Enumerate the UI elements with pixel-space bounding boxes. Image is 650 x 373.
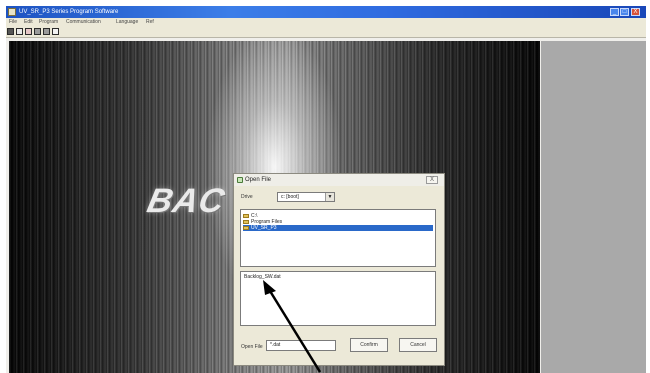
menu-edit[interactable]: Edit [24, 18, 33, 27]
dialog-close-button[interactable]: X [426, 176, 438, 184]
toolbar [6, 27, 646, 38]
open-file-input[interactable]: *.dat [266, 340, 336, 351]
dialog-icon [237, 177, 243, 183]
new-icon[interactable] [7, 28, 14, 35]
directory-list[interactable]: C:\ Program Files UV_SR_P3 [240, 209, 436, 267]
menu-language[interactable]: Language [116, 18, 138, 27]
close-button[interactable]: X [631, 8, 640, 16]
open-icon[interactable] [16, 28, 23, 35]
menu-bar: File Edit Program Communication Language… [6, 18, 646, 27]
file-item[interactable]: Backlog_SW.dat [244, 274, 281, 280]
menu-communication[interactable]: Communication [66, 18, 101, 27]
minimize-button[interactable]: _ [610, 8, 619, 16]
confirm-button[interactable]: Confirm [350, 338, 388, 352]
dialog-title-bar[interactable]: Open File X [234, 174, 444, 186]
folder-icon [243, 219, 249, 224]
menu-file[interactable]: File [9, 18, 17, 27]
app-icon [8, 8, 16, 16]
menu-program[interactable]: Program [39, 18, 58, 27]
open-file-value: *.dat [270, 342, 281, 348]
application-window: UV_SR_P3 Series Program Software _ □ X F… [6, 6, 646, 373]
drive-select[interactable]: c: [boot] ▼ [277, 192, 335, 202]
grid-icon[interactable] [34, 28, 41, 35]
chart-icon[interactable] [52, 28, 59, 35]
window-title: UV_SR_P3 Series Program Software [19, 9, 119, 15]
dialog-title: Open File [245, 177, 272, 183]
edit-icon[interactable] [25, 28, 32, 35]
open-file-label: Open File [241, 344, 263, 350]
cancel-button[interactable]: Cancel [399, 338, 437, 352]
drive-label: Drive [241, 194, 253, 200]
folder-icon [243, 213, 249, 218]
empty-panel [541, 41, 646, 373]
company-logo: BAC [143, 182, 229, 220]
open-file-dialog: Open File X Drive c: [boot] ▼ C:\ Progra… [233, 173, 445, 366]
drive-value: c: [boot] [281, 194, 299, 200]
menu-ref[interactable]: Ref [146, 18, 154, 27]
title-bar[interactable]: UV_SR_P3 Series Program Software _ □ X [6, 6, 646, 18]
folder-open-icon [243, 225, 249, 230]
grid-icon[interactable] [43, 28, 50, 35]
maximize-button[interactable]: □ [620, 8, 629, 16]
chevron-down-icon[interactable]: ▼ [325, 193, 334, 201]
directory-item-selected[interactable]: UV_SR_P3 [243, 225, 433, 231]
file-list[interactable]: Backlog_SW.dat [240, 271, 436, 326]
